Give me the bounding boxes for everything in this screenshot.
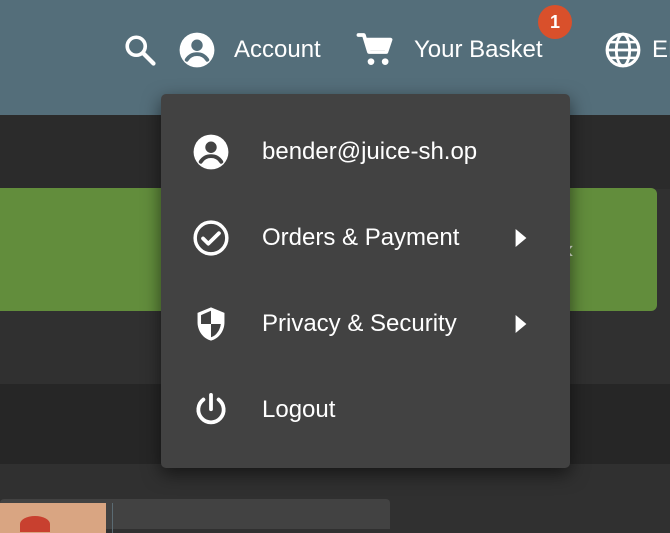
search-icon: [125, 35, 156, 66]
submenu-arrow-icon: [515, 229, 527, 247]
power-icon: [196, 393, 226, 425]
account-label: Account: [234, 36, 321, 63]
menu-item-privacy-security[interactable]: Privacy & Security: [161, 281, 570, 367]
search-button[interactable]: [120, 30, 160, 70]
submenu-arrow-icon: [515, 315, 527, 333]
account-button[interactable]: Account: [178, 28, 321, 72]
menu-item-label: Privacy & Security: [262, 310, 457, 337]
menu-item-label: Orders & Payment: [262, 224, 460, 251]
language-label: EN: [652, 36, 670, 63]
product-image: [0, 503, 106, 533]
menu-item-user-email[interactable]: bender@juice-sh.op: [161, 109, 570, 195]
menu-item-logout[interactable]: Logout: [161, 367, 570, 453]
card-divider: [112, 503, 113, 533]
check-circle-icon: [193, 220, 229, 256]
menu-item-orders-payment[interactable]: Orders & Payment: [161, 195, 570, 281]
product-image-detail: [20, 516, 50, 532]
cart-icon: [356, 33, 393, 65]
account-menu: bender@juice-sh.op Orders & Payment Priv…: [161, 94, 570, 468]
basket-button[interactable]: Your Basket: [356, 28, 543, 72]
globe-icon: [605, 32, 641, 68]
menu-item-label: bender@juice-sh.op: [262, 138, 478, 165]
shield-icon: [197, 307, 225, 341]
language-button[interactable]: EN: [604, 28, 670, 72]
account-circle-icon: [193, 134, 229, 170]
account-circle-icon: [179, 32, 215, 68]
basket-count-badge: 1: [538, 5, 572, 39]
menu-item-label: Logout: [262, 396, 336, 423]
basket-label: Your Basket: [414, 36, 543, 63]
